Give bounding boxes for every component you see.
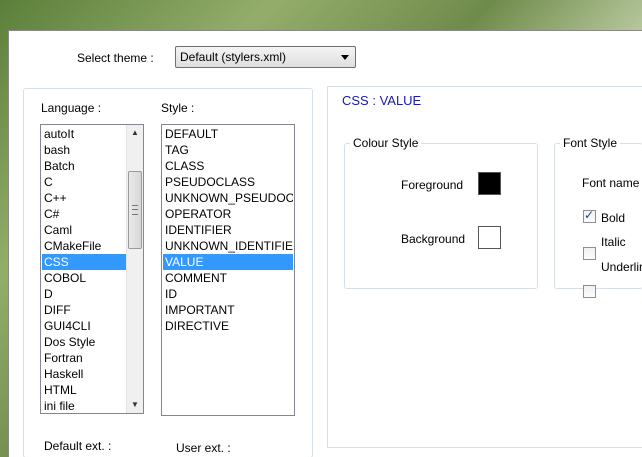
scroll-down-arrow-icon[interactable]: ▼ [127,397,143,413]
language-list-item[interactable]: HTML [42,382,126,398]
scroll-thumb[interactable] [128,171,142,249]
style-list-item[interactable]: CLASS [163,158,293,174]
language-list-item[interactable]: bash [42,142,126,158]
style-list-item[interactable]: OPERATOR [163,206,293,222]
bold-label: Bold [601,211,626,225]
user-ext-label: User ext. : [176,441,231,455]
language-list-item[interactable]: GUI4CLI [42,318,126,334]
style-list-item[interactable]: VALUE [163,254,293,270]
font-name-label: Font name [582,176,640,190]
underline-checkbox[interactable] [583,285,596,298]
style-label: Style : [161,101,195,115]
style-title: CSS : VALUE [342,93,422,108]
style-configurator-dialog: Select theme : Default (stylers.xml) Lan… [8,30,642,457]
style-list-item[interactable]: COMMENT [163,270,293,286]
language-list-item[interactable]: C++ [42,190,126,206]
foreground-color-swatch[interactable] [478,172,501,195]
select-theme-label: Select theme : [77,51,154,65]
italic-checkbox[interactable] [583,247,596,260]
style-list-item[interactable]: IDENTIFIER [163,222,293,238]
foreground-label: Foreground [401,178,464,192]
underline-label: Underlir [601,260,642,274]
background-label: Background [401,232,466,246]
language-list-item[interactable]: Fortran [42,350,126,366]
language-list-item[interactable]: Haskell [42,366,126,382]
style-list-item[interactable]: UNKNOWN_PSEUDOCLASS [163,190,293,206]
colour-style-group: Colour Style [344,136,538,289]
language-list-item[interactable]: D [42,286,126,302]
language-list[interactable]: autoIt bash Batch C C++ C# Caml CMakeFile CSS COB… [40,124,144,414]
desktop-background: Select theme : Default (stylers.xml) Lan… [0,0,642,457]
language-list-item[interactable]: Dos Style [42,334,126,350]
theme-select-value: Default (stylers.xml) [180,50,287,64]
bold-checkbox[interactable]: ✓ [583,208,596,223]
style-list-item[interactable]: UNKNOWN_IDENTIFIER [163,238,293,254]
style-list-item[interactable]: ID [163,286,293,302]
colour-style-legend: Colour Style [350,136,422,150]
language-list-item[interactable]: DIFF [42,302,126,318]
language-list-item[interactable]: C# [42,206,126,222]
language-list-item[interactable]: CSS [42,254,126,270]
checkmark-icon: ✓ [584,208,595,222]
default-ext-label: Default ext. : [44,439,112,453]
language-label: Language : [41,101,102,115]
style-list-item[interactable]: TAG [163,142,293,158]
language-list-item[interactable]: Caml [42,222,126,238]
style-list[interactable]: DEFAULT TAG CLASS PSEUDOCLASS UNKNOWN_PSEUDO… [161,124,295,416]
language-list-scrollbar[interactable]: ▲ ▼ [126,125,143,413]
language-list-item[interactable]: autoIt [42,126,126,142]
style-list-item[interactable]: IMPORTANT [163,302,293,318]
language-list-item[interactable]: C [42,174,126,190]
scroll-up-arrow-icon[interactable]: ▲ [127,125,143,141]
grip-icon [132,205,138,215]
font-style-legend: Font Style [560,136,621,150]
italic-label: Italic [601,235,626,249]
theme-select[interactable]: Default (stylers.xml) [175,46,356,68]
background-color-swatch[interactable] [478,226,501,249]
style-list-item[interactable]: DEFAULT [163,126,293,142]
language-list-item[interactable]: ini file [42,398,126,413]
style-list-item[interactable]: DIRECTIVE [163,318,293,334]
language-list-item[interactable]: COBOL [42,270,126,286]
language-list-item[interactable]: Batch [42,158,126,174]
language-list-item[interactable]: CMakeFile [42,238,126,254]
chevron-down-icon [341,55,349,60]
style-list-item[interactable]: PSEUDOCLASS [163,174,293,190]
